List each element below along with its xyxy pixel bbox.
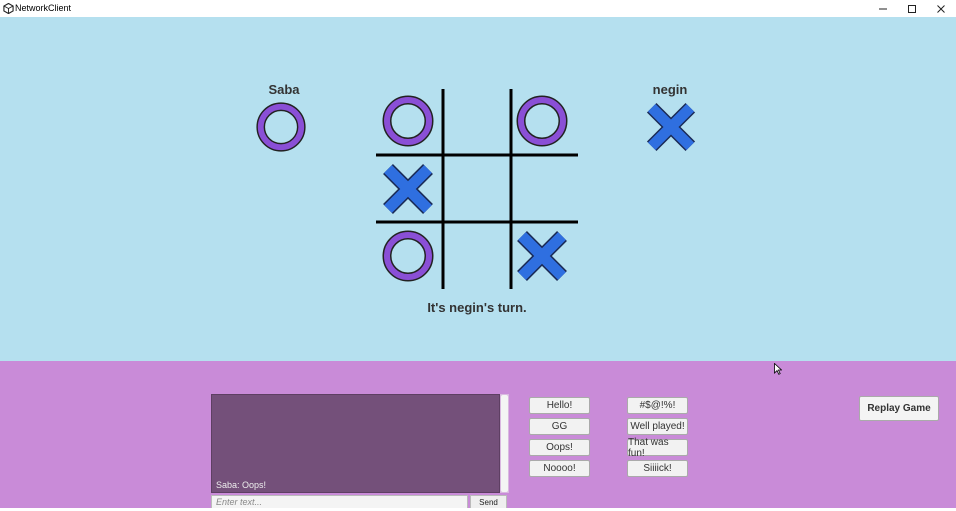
o-mark-icon: [516, 95, 568, 147]
quick-message-button[interactable]: GG: [529, 418, 590, 435]
game-board: [376, 89, 578, 289]
board-cell[interactable]: [510, 89, 574, 153]
maximize-button[interactable]: [897, 0, 927, 17]
close-button[interactable]: [926, 0, 956, 17]
window-title: NetworkClient: [15, 3, 72, 13]
board-cell[interactable]: [445, 224, 509, 288]
replay-game-button[interactable]: Replay Game: [859, 396, 939, 421]
quick-message-button[interactable]: That was fun!: [627, 437, 688, 459]
minimize-icon: [879, 8, 887, 9]
quick-message-button[interactable]: Oops!: [529, 439, 590, 456]
game-area: Saba negin It's negin's turn.: [0, 17, 956, 361]
unity-logo-icon: [3, 3, 14, 14]
x-mark-icon: [517, 231, 567, 281]
player-left-name: Saba: [268, 82, 300, 97]
board-cell[interactable]: [510, 224, 574, 288]
board-cell[interactable]: [376, 89, 440, 153]
player-left-o-icon: [256, 102, 306, 152]
x-mark-icon: [383, 164, 433, 214]
chat-input[interactable]: [211, 495, 468, 509]
title-bar: NetworkClient: [0, 0, 956, 17]
maximize-icon: [908, 4, 916, 13]
quick-message-button[interactable]: Noooo!: [529, 460, 590, 477]
chat-panel: Saba: Oops! Send Hello! GG Oops! Noooo! …: [0, 361, 956, 511]
board-cell[interactable]: [445, 157, 509, 221]
quick-message-button[interactable]: Hello!: [529, 397, 590, 414]
chat-log: Saba: Oops!: [211, 394, 500, 493]
quick-message-button[interactable]: Well played!: [627, 418, 688, 435]
turn-status: It's negin's turn.: [427, 300, 527, 315]
board-cell[interactable]: [376, 224, 440, 288]
board-cell[interactable]: [376, 157, 440, 221]
board-cell[interactable]: [445, 89, 509, 153]
minimize-button[interactable]: [868, 0, 898, 17]
chat-message: Saba: Oops!: [216, 480, 267, 490]
quick-message-button[interactable]: #$@!%!: [627, 397, 688, 414]
player-right-name: negin: [652, 82, 688, 97]
quick-message-button[interactable]: Siiiick!: [627, 460, 688, 477]
chat-scrollbar[interactable]: [500, 394, 509, 493]
o-mark-icon: [382, 95, 434, 147]
chat-scroll-thumb[interactable]: [501, 395, 508, 492]
mouse-cursor-icon: [774, 363, 782, 375]
board-cell[interactable]: [510, 157, 574, 221]
player-right-x-icon: [646, 102, 696, 152]
send-button[interactable]: Send: [470, 495, 507, 509]
o-mark-icon: [382, 230, 434, 282]
close-icon: [937, 4, 945, 13]
